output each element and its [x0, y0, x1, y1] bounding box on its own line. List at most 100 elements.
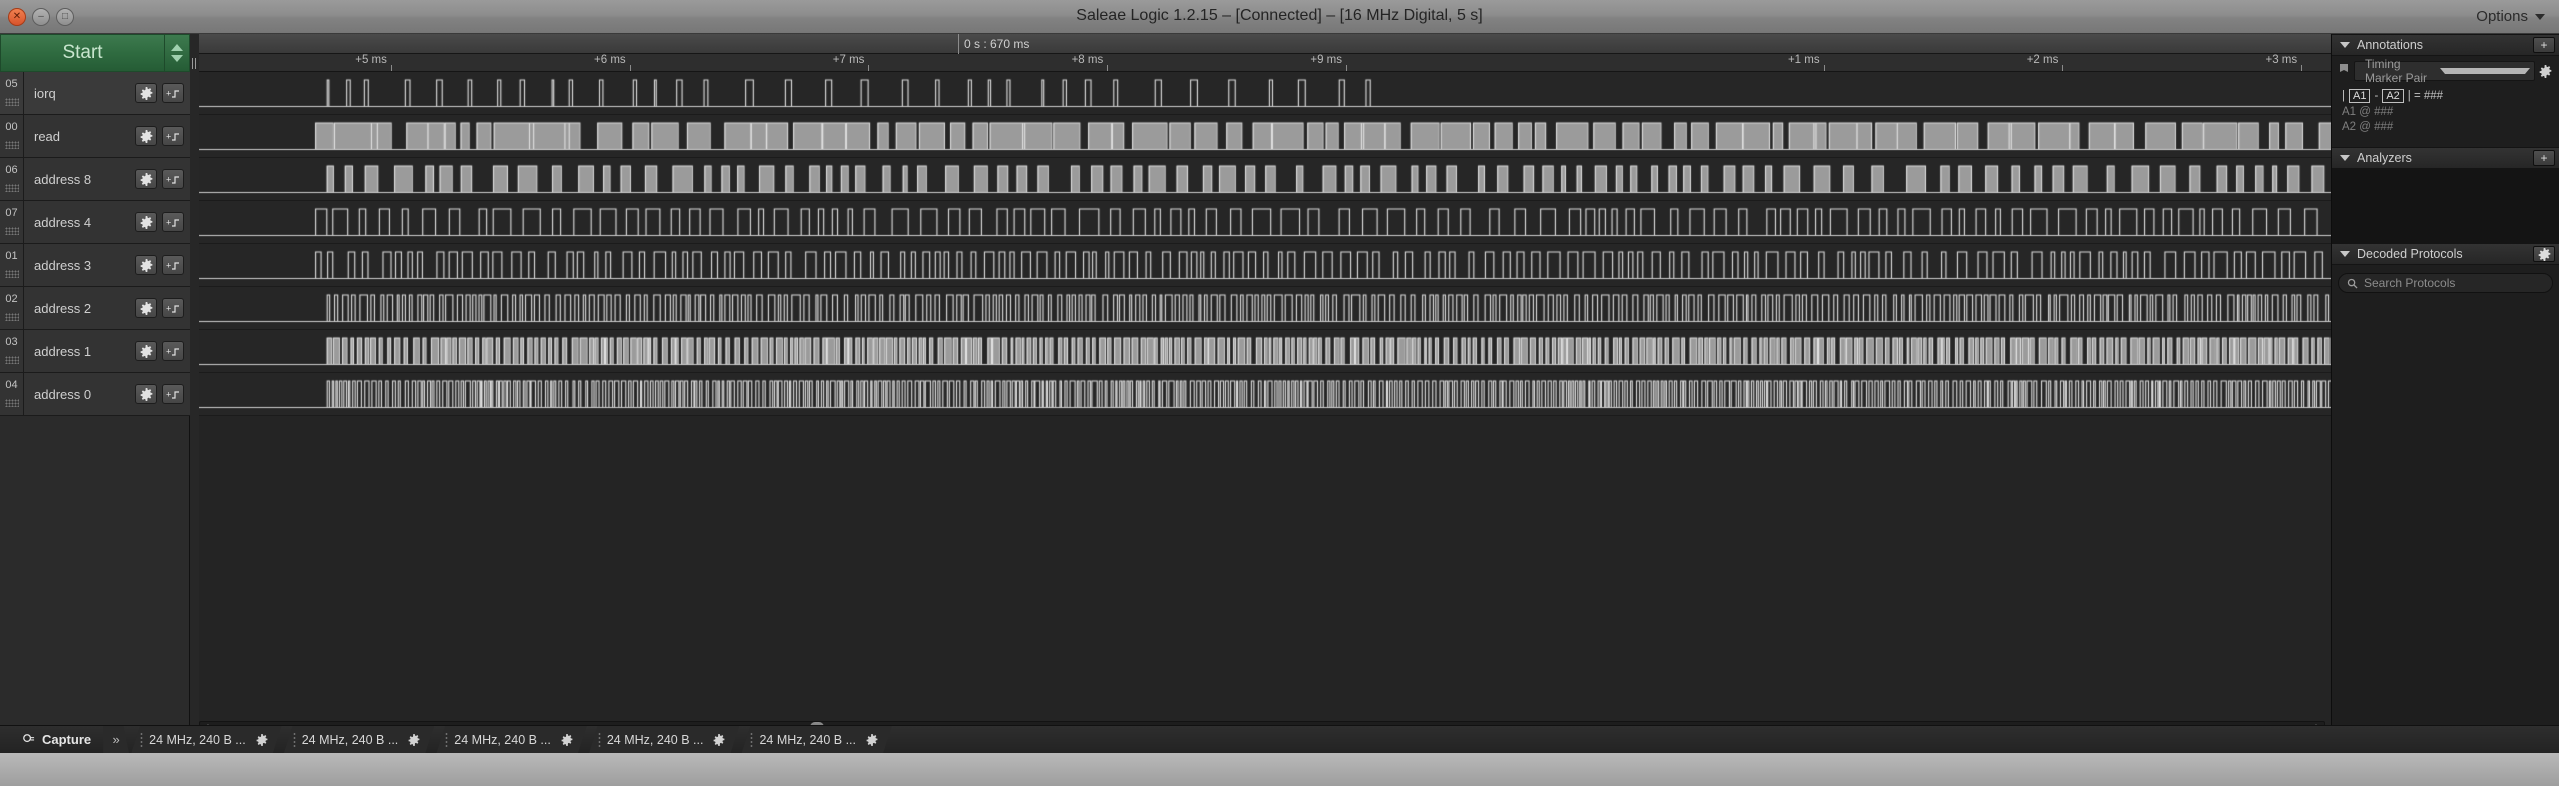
channel-settings-button[interactable]: [135, 169, 157, 189]
delta-suffix: | = ###: [2407, 90, 2444, 102]
channel-row[interactable]: 02 address 2 +: [0, 287, 190, 330]
svg-text:+: +: [166, 132, 171, 142]
waveform-row[interactable]: [199, 201, 2331, 244]
waveform-row[interactable]: [199, 72, 2331, 115]
device-settings-button[interactable]: [713, 734, 725, 746]
channel-settings-button[interactable]: [135, 83, 157, 103]
annotations-title: Annotations: [2357, 38, 2424, 52]
marker-pair-select[interactable]: Timing Marker Pair: [2354, 57, 2535, 85]
channel-row[interactable]: 07 address 4 +: [0, 201, 190, 244]
chevron-down-icon[interactable]: [2439, 68, 2530, 74]
annotations-header[interactable]: Annotations +: [2332, 34, 2559, 56]
channel-row[interactable]: 06 address 8 +: [0, 158, 190, 201]
add-annotation-button[interactable]: +: [2533, 37, 2555, 53]
drag-dots-icon[interactable]: [445, 732, 448, 748]
channel-settings-button[interactable]: [135, 341, 157, 361]
channel-row[interactable]: 01 address 3 +: [0, 244, 190, 287]
channel-settings-button[interactable]: [135, 255, 157, 275]
add-trigger-button[interactable]: +: [162, 298, 184, 318]
add-trigger-button[interactable]: +: [162, 169, 184, 189]
drag-handle-icon[interactable]: [5, 184, 19, 192]
waveform-row[interactable]: [199, 158, 2331, 201]
channel-row[interactable]: 03 address 1 +: [0, 330, 190, 373]
arrow-up-icon[interactable]: [171, 44, 183, 51]
drag-handle-icon[interactable]: [5, 227, 19, 235]
channel-row[interactable]: 04 address 0 +: [0, 373, 190, 416]
add-trigger-button[interactable]: +: [162, 341, 184, 361]
capture-bar: Capture » 24 MHz, 240 B ... 24 MHz, 240 B…: [0, 725, 2559, 754]
device-settings-button[interactable]: [408, 734, 420, 746]
a2-position-row: A2 @ ###: [2342, 121, 2394, 133]
waveform-row[interactable]: [199, 373, 2331, 416]
start-button[interactable]: Start: [0, 34, 164, 72]
a2-marker-box[interactable]: A2: [2382, 89, 2404, 103]
device-settings-button[interactable]: [256, 734, 268, 746]
drag-handle-icon[interactable]: [5, 270, 19, 278]
decoded-protocols-header[interactable]: Decoded Protocols: [2332, 243, 2559, 265]
device-preset-tab[interactable]: 24 MHz, 240 B ...: [589, 726, 740, 754]
capture-stepper[interactable]: [164, 34, 190, 72]
drag-dots-icon[interactable]: [750, 732, 753, 748]
device-preset-tab[interactable]: 24 MHz, 240 B ...: [741, 726, 892, 754]
device-preset-label: 24 MHz, 240 B ...: [759, 732, 857, 747]
channel-buttons: +: [135, 201, 190, 243]
device-preset-tab[interactable]: 24 MHz, 240 B ...: [436, 726, 587, 754]
add-analyzer-button[interactable]: +: [2533, 150, 2555, 166]
search-protocols-input[interactable]: Search Protocols: [2338, 273, 2553, 293]
waveform-row[interactable]: [199, 330, 2331, 373]
add-trigger-button[interactable]: +: [162, 255, 184, 275]
waveform-row[interactable]: [199, 115, 2331, 158]
arrow-down-icon[interactable]: [171, 55, 183, 62]
channel-name-label: read: [34, 128, 61, 144]
marker-settings-button[interactable]: [2535, 64, 2555, 78]
drag-dots-icon[interactable]: [598, 732, 601, 748]
channel-settings-button[interactable]: [135, 298, 157, 318]
ruler-grip[interactable]: [190, 54, 199, 72]
channel-settings-button[interactable]: [135, 212, 157, 232]
channel-row[interactable]: 05 iorq +: [0, 72, 190, 115]
status-bar: [0, 753, 2559, 786]
collapse-caret-icon[interactable]: [2340, 155, 2350, 161]
add-trigger-button[interactable]: +: [162, 83, 184, 103]
time-ruler[interactable]: +5 ms +6 ms +7 ms +8 ms +9 ms +1 ms +2 ms +3 ms: [199, 54, 2331, 72]
channel-row[interactable]: 00 read +: [0, 115, 190, 158]
capture-button[interactable]: Capture: [0, 726, 103, 754]
add-trigger-button[interactable]: +: [162, 384, 184, 404]
collapse-caret-icon[interactable]: [2340, 42, 2350, 48]
flag-icon: [2336, 64, 2352, 78]
device-settings-button[interactable]: [866, 734, 878, 746]
waveform-row[interactable]: [199, 244, 2331, 287]
drag-dots-icon[interactable]: [293, 732, 296, 748]
saleae-logic-window: ✕ – □ Saleae Logic 1.2.15 – [Connected] …: [0, 0, 2559, 786]
channel-settings-button[interactable]: [135, 126, 157, 146]
analyzers-header[interactable]: Analyzers +: [2332, 147, 2559, 169]
ruler-tick: [1346, 65, 1348, 71]
timeline-overview[interactable]: 0 s : 670 ms: [199, 34, 2331, 54]
add-trigger-button[interactable]: +: [162, 212, 184, 232]
device-settings-button[interactable]: [561, 734, 573, 746]
a1-marker-box[interactable]: A1: [2349, 89, 2371, 103]
add-trigger-button[interactable]: +: [162, 126, 184, 146]
drag-handle-icon[interactable]: [5, 98, 19, 106]
waveform-canvas-area[interactable]: [199, 72, 2331, 753]
collapse-caret-icon[interactable]: [2340, 251, 2350, 257]
delta-dash: -: [2374, 90, 2379, 102]
waveform-row[interactable]: [199, 287, 2331, 330]
timing-marker-row[interactable]: Timing Marker Pair: [2336, 57, 2555, 85]
options-menu[interactable]: Options: [2476, 0, 2545, 34]
device-preset-tab[interactable]: 24 MHz, 240 B ...: [131, 726, 282, 754]
drag-handle-icon[interactable]: [5, 141, 19, 149]
channel-settings-button[interactable]: [135, 384, 157, 404]
expand-presets-button[interactable]: »: [103, 725, 130, 754]
protocols-settings-button[interactable]: [2533, 246, 2555, 262]
drag-dots-icon[interactable]: [140, 732, 143, 748]
channel-name-label: iorq: [34, 85, 56, 101]
drag-handle-icon[interactable]: [5, 313, 19, 321]
ruler-tick: [2301, 65, 2303, 71]
ruler-tick-label: +2 ms: [2026, 54, 2059, 66]
drag-handle-icon[interactable]: [5, 399, 19, 407]
drag-handle-icon[interactable]: [5, 356, 19, 364]
device-preset-tab[interactable]: 24 MHz, 240 B ...: [284, 726, 435, 754]
delta-prefix: |: [2342, 90, 2345, 102]
channel-name-label: address 8: [34, 171, 92, 187]
